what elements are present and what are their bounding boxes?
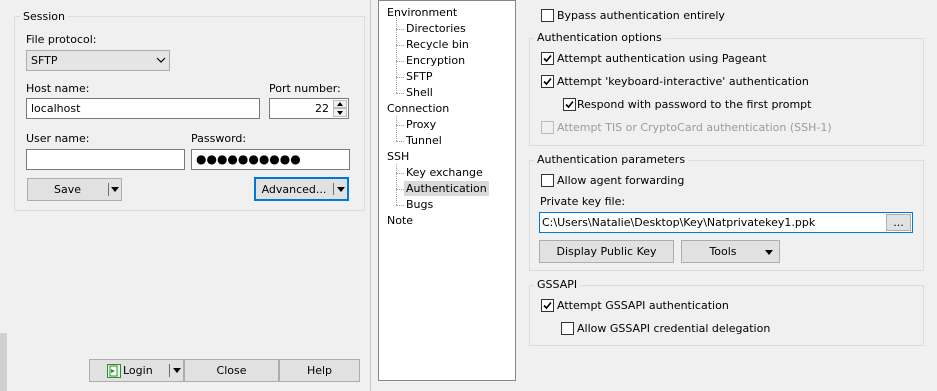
advanced-button[interactable]: Advanced... [254, 177, 349, 201]
session-group-title: Session [20, 10, 68, 24]
private-key-value: C:\Users\Natalie\Desktop\Key\Natprivatek… [542, 216, 816, 229]
tree-item-encryption[interactable]: Encryption [404, 53, 467, 68]
respond-password-checkbox[interactable] [563, 98, 576, 111]
tree-item-directories[interactable]: Directories [404, 21, 468, 36]
gssapi-delegation-checkbox[interactable] [561, 322, 574, 335]
checkmark-icon [565, 100, 574, 109]
tools-button[interactable]: Tools [681, 240, 780, 263]
file-protocol-select[interactable]: SFTP [26, 50, 170, 71]
tree-item-sftp[interactable]: SFTP [404, 69, 434, 84]
file-protocol-label: File protocol: [26, 33, 97, 46]
gssapi-checkbox[interactable] [541, 299, 554, 312]
category-tree[interactable]: Environment Directories Recycle bin Encr… [378, 0, 516, 381]
port-down-button[interactable] [333, 108, 347, 117]
tis-label: Attempt TIS or CryptoCard authentication… [557, 121, 832, 134]
auth-options-title: Authentication options [534, 31, 665, 45]
tis-checkbox [541, 121, 554, 134]
arrow-up-icon [337, 102, 343, 106]
private-key-input[interactable]: C:\Users\Natalie\Desktop\Key\Natprivatek… [539, 212, 913, 233]
keyboard-interactive-label[interactable]: Attempt 'keyboard-interactive' authentic… [557, 75, 809, 89]
pageant-label[interactable]: Attempt authentication using Pageant [557, 52, 767, 66]
login-button[interactable]: Login [89, 359, 184, 382]
private-key-label: Private key file: [540, 195, 626, 208]
login-icon [107, 364, 121, 378]
tree-item-proxy[interactable]: Proxy [404, 117, 438, 132]
tree-item-note[interactable]: Note [385, 213, 415, 228]
login-button-label: Login [123, 364, 153, 377]
port-up-button[interactable] [333, 100, 347, 108]
keyboard-interactive-checkbox[interactable] [541, 75, 554, 88]
checkmark-icon [543, 77, 552, 86]
checkmark-icon [543, 54, 552, 63]
tree-item-ssh[interactable]: SSH [385, 149, 411, 164]
tools-dropdown-arrow-icon [765, 250, 773, 255]
tree-item-tunnel[interactable]: Tunnel [404, 133, 444, 148]
user-name-input[interactable] [26, 149, 185, 170]
tree-item-recycle-bin[interactable]: Recycle bin [404, 37, 471, 52]
password-input[interactable]: ●●●●●●●●●● [191, 149, 350, 170]
save-button-label: Save [53, 183, 81, 196]
agent-forwarding-label[interactable]: Allow agent forwarding [557, 174, 684, 188]
file-protocol-value: SFTP [31, 54, 58, 67]
password-label: Password: [191, 132, 247, 145]
browse-key-button[interactable]: ... [886, 214, 911, 231]
respond-password-label[interactable]: Respond with password to the first promp… [577, 98, 811, 112]
gssapi-title: GSSAPI [534, 278, 581, 292]
login-dropdown-arrow-icon[interactable] [173, 368, 181, 373]
chevron-down-icon [156, 57, 166, 63]
gssapi-delegation-label[interactable]: Allow GSSAPI credential delegation [577, 322, 770, 336]
advanced-dropdown-arrow-icon[interactable] [337, 187, 345, 192]
host-name-label: Host name: [26, 82, 90, 95]
help-button[interactable]: Help [279, 359, 360, 382]
window-divider [370, 0, 371, 391]
agent-forwarding-checkbox[interactable] [541, 174, 554, 187]
port-number-stepper[interactable]: 22 [269, 98, 349, 119]
tree-item-bugs[interactable]: Bugs [404, 197, 435, 212]
gssapi-label[interactable]: Attempt GSSAPI authentication [557, 299, 729, 313]
port-number-value: 22 [315, 102, 329, 115]
gssapi-group [529, 285, 924, 346]
tree-item-environment[interactable]: Environment [385, 5, 459, 20]
tree-item-key-exchange[interactable]: Key exchange [404, 165, 485, 180]
background-window-edge [0, 333, 7, 391]
advanced-button-label: Advanced... [261, 183, 327, 196]
save-button[interactable]: Save [27, 178, 122, 201]
save-dropdown-arrow-icon[interactable] [111, 187, 119, 192]
tree-item-connection[interactable]: Connection [385, 101, 451, 116]
pageant-checkbox[interactable] [541, 52, 554, 65]
tree-item-authentication[interactable]: Authentication [404, 181, 489, 196]
close-button[interactable]: Close [184, 359, 279, 382]
tools-button-label: Tools [709, 245, 737, 258]
user-name-label: User name: [26, 132, 90, 145]
host-name-input[interactable]: localhost [26, 98, 260, 119]
checkmark-icon [543, 301, 552, 310]
auth-params-title: Authentication parameters [534, 153, 689, 167]
bypass-checkbox[interactable] [541, 9, 554, 22]
port-number-label: Port number: [269, 82, 341, 95]
tree-item-shell[interactable]: Shell [404, 85, 435, 100]
bypass-label[interactable]: Bypass authentication entirely [557, 9, 725, 23]
display-public-key-button[interactable]: Display Public Key [539, 240, 674, 263]
arrow-down-icon [337, 111, 343, 115]
